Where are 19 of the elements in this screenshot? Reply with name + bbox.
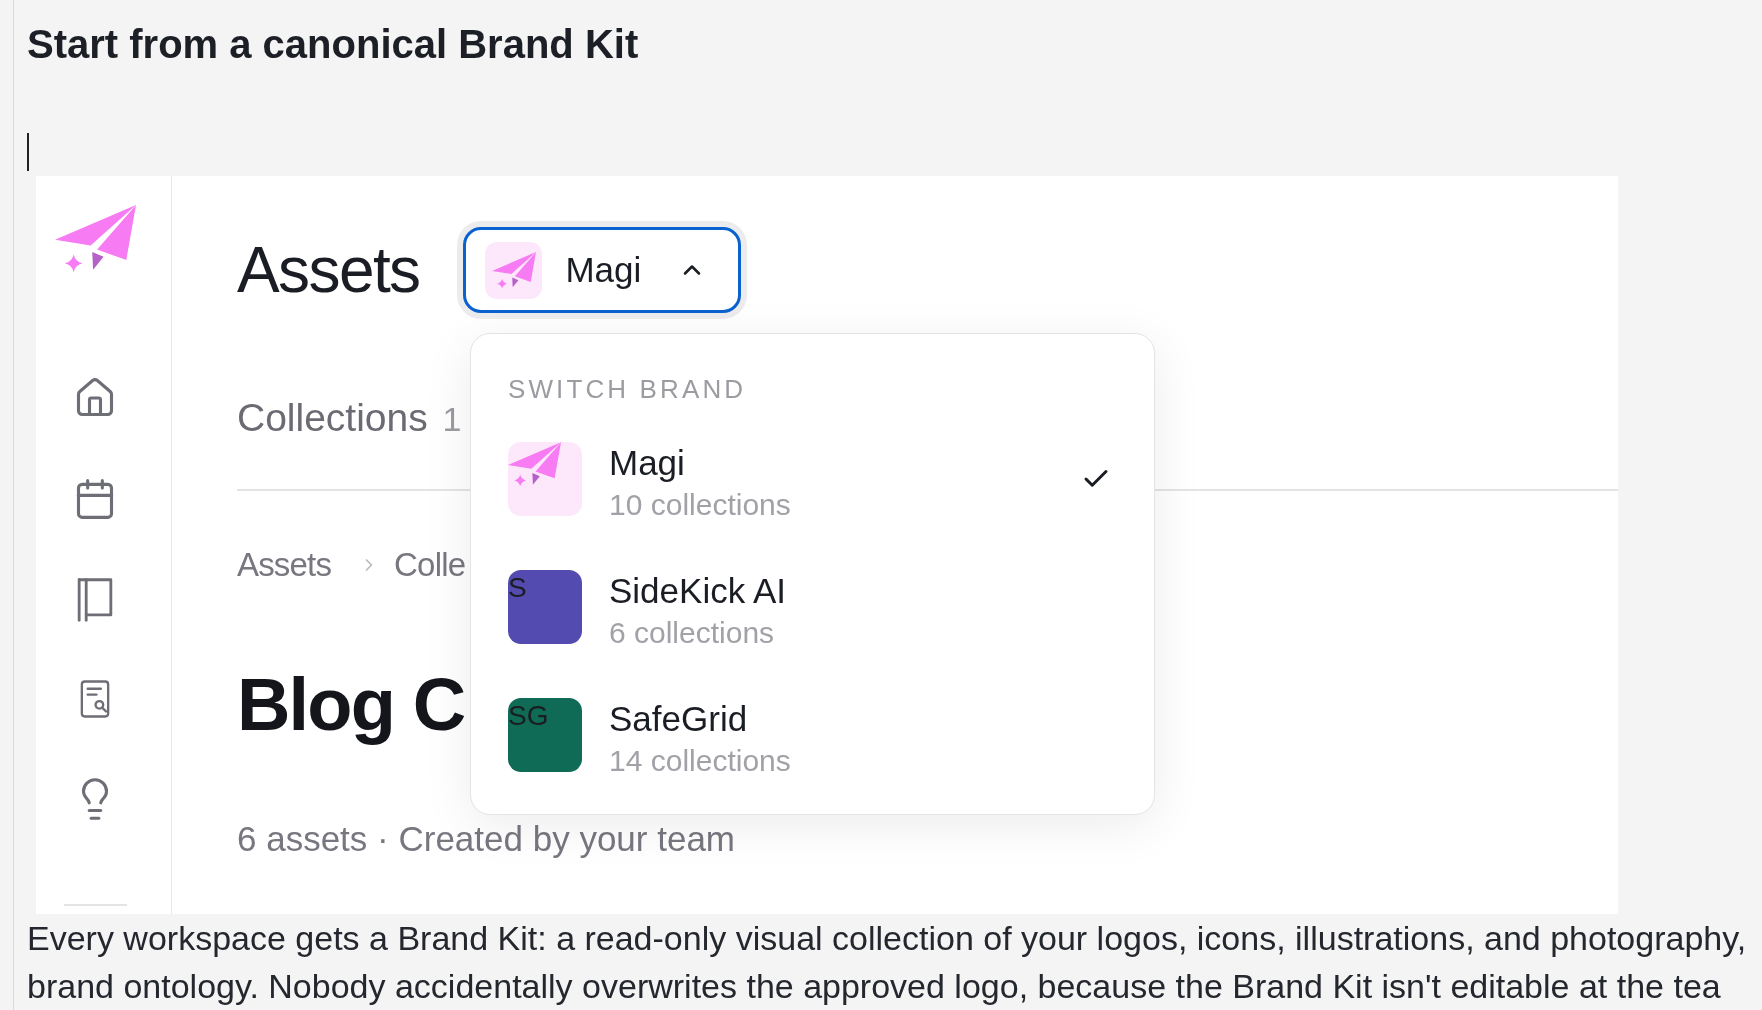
collection-title: Blog C [237,664,465,746]
breadcrumb-link[interactable]: Assets [237,545,332,585]
document-search-icon[interactable] [80,680,110,718]
collections-tab[interactable]: Collections 1 [237,395,462,442]
collection-meta: 6 assets · Created by your team [237,819,735,859]
brand-menu-item[interactable]: S SideKick AI 6 collections [508,570,1111,654]
brand-menu-item[interactable]: Magi 10 collections [508,442,1111,526]
book-icon[interactable] [77,578,113,622]
brand-menu-item[interactable]: SG SafeGrid 14 collections [508,698,1111,782]
menu-section-label: SWITCH BRAND [508,373,747,405]
paper-plane-icon [485,241,543,299]
brand-avatar: SG [508,698,582,772]
body-text: Every workspace gets a Brand Kit: a read-only visual collection of your logos, icons, illustrations, and photography, [27,918,1747,959]
text-cursor [27,133,29,171]
section-heading: Start from a canonical Brand Kit [27,21,639,68]
page-title: Assets [237,233,420,308]
breadcrumb-link[interactable]: Colle [394,545,466,585]
brand-avatar: S [508,570,582,644]
body-text: brand ontology. Nobody accidentally overwrites the approved logo, because the Brand Kit isn't editable at the tea [27,966,1721,1007]
